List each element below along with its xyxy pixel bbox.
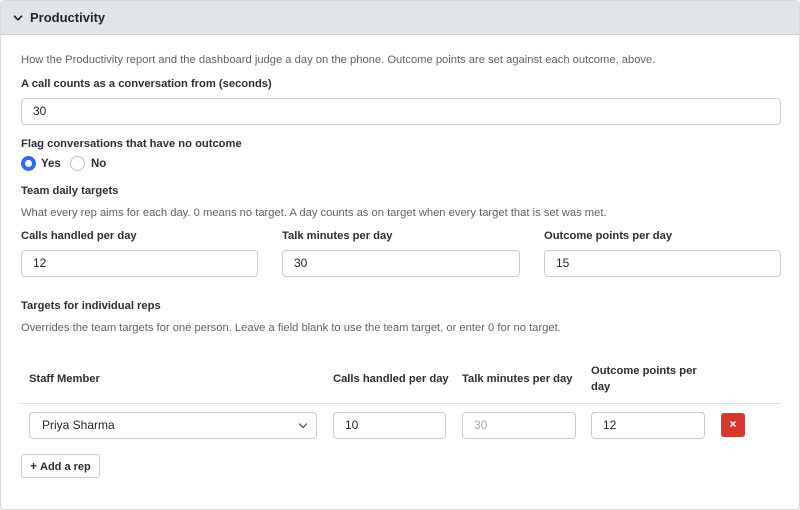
section-header[interactable]: Productivity	[1, 1, 799, 35]
chevron-down-icon	[298, 423, 308, 429]
add-rep-label: Add a rep	[40, 461, 91, 473]
talk-minutes-label: Talk minutes per day	[282, 230, 393, 242]
radio-no-label[interactable]: No	[91, 158, 106, 170]
radio-no[interactable]	[70, 156, 85, 171]
radio-yes[interactable]	[21, 156, 36, 171]
radio-yes-label[interactable]: Yes	[41, 158, 61, 170]
rep-talk-minutes-input[interactable]: 30	[462, 412, 576, 439]
team-targets-heading: Team daily targets	[21, 185, 119, 197]
outcome-points-label: Outcome points per day	[544, 230, 673, 242]
delete-rep-button[interactable]: ×	[721, 413, 745, 437]
section-title: Productivity	[30, 10, 106, 25]
column-header-talk-minutes: Talk minutes per day	[462, 373, 573, 385]
outcome-points-input[interactable]: 15	[544, 250, 781, 277]
close-icon: ×	[729, 417, 737, 431]
productivity-panel: Productivity How the Productivity report…	[0, 0, 800, 510]
chevron-down-icon	[13, 15, 23, 21]
column-header-calls-handled: Calls handled per day	[333, 373, 449, 385]
section-description: How the Productivity report and the dash…	[21, 54, 656, 66]
plus-icon: +	[30, 459, 38, 473]
team-targets-help: What every rep aims for each day. 0 mean…	[21, 207, 607, 219]
table-header-divider	[21, 403, 781, 404]
conversation-threshold-label: A call counts as a conversation from (se…	[21, 78, 272, 90]
rep-outcome-points-input[interactable]: 12	[591, 412, 705, 439]
conversation-threshold-input[interactable]: 30	[21, 98, 781, 125]
flag-no-outcome-label: Flag conversations that have no outcome	[21, 138, 242, 150]
staff-member-value: Priya Sharma	[42, 418, 115, 432]
staff-member-select[interactable]: Priya Sharma	[29, 412, 317, 439]
calls-handled-label: Calls handled per day	[21, 230, 137, 242]
calls-handled-input[interactable]: 12	[21, 250, 258, 277]
talk-minutes-input[interactable]: 30	[282, 250, 520, 277]
rep-calls-handled-input[interactable]: 10	[333, 412, 446, 439]
add-rep-button[interactable]: + Add a rep	[21, 454, 100, 478]
column-header-staff-member: Staff Member	[29, 373, 100, 385]
rep-targets-help: Overrides the team targets for one perso…	[21, 322, 561, 334]
column-header-outcome-points: Outcome points per day	[591, 365, 697, 393]
rep-targets-heading: Targets for individual reps	[21, 300, 161, 312]
